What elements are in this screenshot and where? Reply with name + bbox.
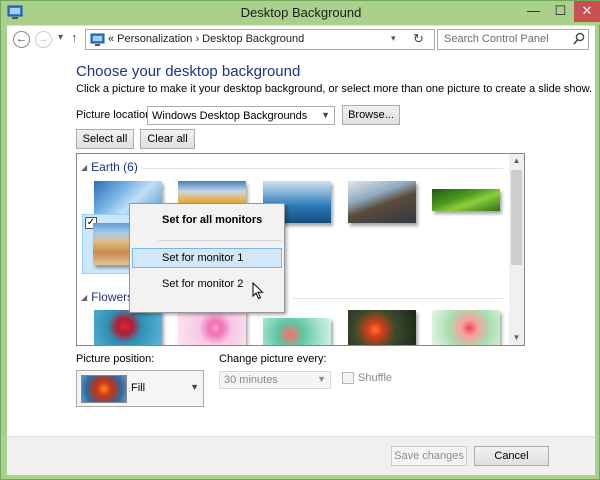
wallpaper-thumbnail-pink-bloom[interactable] [432, 310, 500, 345]
page-title: Choose your desktop background [76, 63, 301, 80]
breadcrumb[interactable]: « Personalization › Desktop Background [108, 33, 304, 45]
group-label: Earth (6) [91, 160, 138, 174]
wallpaper-thumbnail-pink-flower[interactable] [178, 310, 246, 345]
group-header-earth[interactable]: ◢ Earth (6) [81, 160, 138, 174]
position-preview-thumbnail [81, 375, 127, 403]
navigation-bar: ← → ▾ ↑ « Personalization › Desktop Back… [7, 25, 595, 53]
wallpaper-thumbnail-blue-green-flower[interactable] [263, 318, 331, 345]
back-button[interactable]: ← [13, 31, 30, 48]
footer-bar: Save changes Cancel [7, 436, 595, 475]
menu-item-set-for-all-monitors[interactable]: Set for all monitors [132, 210, 282, 230]
save-changes-button[interactable]: Save changes [391, 446, 467, 466]
collapse-triangle-icon[interactable]: ◢ [81, 293, 87, 302]
menu-separator [158, 240, 282, 241]
picture-location-value: Windows Desktop Backgrounds [152, 110, 308, 122]
wallpaper-thumbnail-red-flower[interactable] [94, 310, 162, 345]
gallery-scrollbar[interactable]: ▲ ▼ [509, 154, 524, 345]
scrollbar-thumb[interactable] [511, 170, 522, 265]
mouse-pointer-icon [252, 282, 264, 300]
chevron-down-icon: ▼ [321, 110, 330, 120]
control-panel-icon [90, 33, 105, 46]
change-picture-every-select[interactable]: 30 minutes ▼ [219, 371, 331, 389]
picture-position-select[interactable]: Fill ▼ [76, 370, 204, 407]
address-bar[interactable]: « Personalization › Desktop Background ▾… [85, 29, 435, 50]
refresh-button[interactable]: ↻ [413, 31, 424, 47]
recent-locations-icon[interactable]: ▾ [58, 32, 63, 43]
wallpaper-thumbnail-rock-pier[interactable] [348, 181, 416, 223]
change-picture-every-label: Change picture every: [219, 353, 327, 365]
shuffle-label: Shuffle [358, 372, 393, 384]
chevron-down-icon: ▼ [190, 382, 199, 392]
title-bar[interactable]: Desktop Background — ☐ ✕ [1, 1, 600, 25]
picture-location-select[interactable]: Windows Desktop Backgrounds ▼ [147, 106, 335, 125]
window-title: Desktop Background [240, 5, 362, 20]
close-button[interactable]: ✕ [574, 1, 600, 22]
instructions-text: Click a picture to make it your desktop … [76, 83, 593, 95]
search-box[interactable]: Search Control Panel [437, 29, 589, 50]
scroll-down-arrow-icon[interactable]: ▼ [509, 331, 524, 345]
address-dropdown-icon[interactable]: ▾ [391, 33, 396, 44]
shuffle-checkbox[interactable] [342, 372, 354, 384]
picture-location-label: Picture location: [76, 109, 155, 121]
desktop-background-window: Desktop Background — ☐ ✕ ← → ▾ ↑ « Perso… [0, 0, 600, 480]
chevron-down-icon: ▼ [317, 374, 326, 384]
wallpaper-thumbnail-orange-flower[interactable] [348, 310, 416, 345]
up-button[interactable]: ↑ [71, 30, 78, 45]
search-input[interactable]: Search Control Panel [444, 33, 549, 45]
search-icon[interactable] [573, 32, 585, 46]
change-picture-every-value: 30 minutes [224, 374, 278, 386]
collapse-triangle-icon[interactable]: ◢ [81, 163, 87, 172]
group-divider [143, 168, 503, 169]
scroll-up-arrow-icon[interactable]: ▲ [509, 154, 524, 168]
maximize-button[interactable]: ☐ [547, 1, 574, 22]
group-divider [293, 298, 503, 299]
picture-position-label: Picture position: [76, 353, 155, 365]
clear-all-button[interactable]: Clear all [140, 129, 195, 149]
minimize-button[interactable]: — [520, 1, 547, 22]
picture-position-value: Fill [131, 382, 146, 394]
content-area: Choose your desktop background Click a p… [7, 53, 595, 436]
cancel-button[interactable]: Cancel [474, 446, 549, 466]
browse-button[interactable]: Browse... [342, 105, 400, 125]
forward-button[interactable]: → [35, 31, 52, 48]
select-all-button[interactable]: Select all [76, 129, 134, 149]
wallpaper-thumbnail-green-moss[interactable] [432, 189, 500, 211]
menu-item-set-for-monitor-1[interactable]: Set for monitor 1 [132, 248, 282, 268]
